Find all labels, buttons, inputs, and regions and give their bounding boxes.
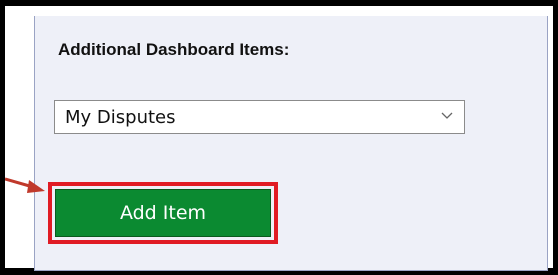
dashboard-items-panel: Additional Dashboard Items: My Disputes … [34,16,548,271]
highlight-box: Add Item [48,182,278,244]
chevron-down-icon [441,112,453,119]
screenshot-frame: Additional Dashboard Items: My Disputes … [0,0,558,275]
section-heading: Additional Dashboard Items: [58,40,290,59]
dashboard-item-select[interactable]: My Disputes [54,100,465,134]
add-item-button[interactable]: Add Item [55,189,271,237]
select-value: My Disputes [65,107,176,128]
arrow-annotation-icon [5,177,45,193]
